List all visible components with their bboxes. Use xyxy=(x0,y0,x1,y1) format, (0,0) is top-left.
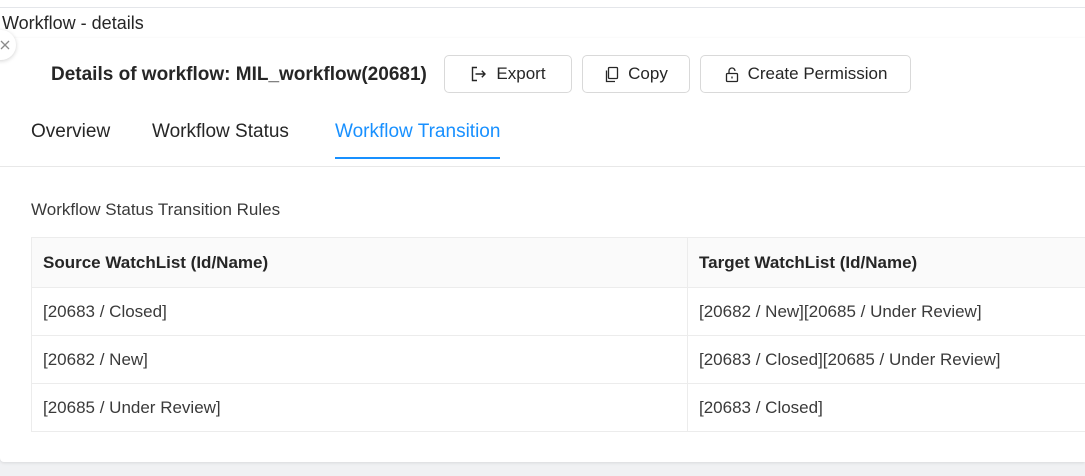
lock-icon xyxy=(724,66,740,83)
page-title: Details of workflow: MIL_workflow(20681) xyxy=(51,64,427,85)
tab-workflow-transition[interactable]: Workflow Transition xyxy=(335,121,501,159)
divider xyxy=(0,7,1085,8)
copy-button-label: Copy xyxy=(628,64,668,83)
table-row: [20685 / Under Review] [20683 / Closed] xyxy=(31,383,1085,432)
cell-source: [20685 / Under Review] xyxy=(31,383,688,432)
tab-workflow-status[interactable]: Workflow Status xyxy=(152,121,289,157)
table-row: [20683 / Closed] [20682 / New][20685 / U… xyxy=(31,287,1085,336)
cell-source: [20683 / Closed] xyxy=(31,287,688,336)
export-icon xyxy=(470,66,488,82)
section-title: Workflow Status Transition Rules xyxy=(31,200,281,219)
copy-icon xyxy=(604,66,620,83)
details-panel: Details of workflow: MIL_workflow(20681)… xyxy=(0,38,1085,462)
copy-button[interactable]: Copy xyxy=(582,55,690,93)
export-button[interactable]: Export xyxy=(444,55,572,93)
column-header-target: Target WatchList (Id/Name) xyxy=(687,237,1085,288)
cell-target: [20682 / New][20685 / Under Review] xyxy=(687,287,1085,336)
window-titlebar: Workflow - details xyxy=(0,0,1085,38)
create-permission-button-label: Create Permission xyxy=(747,64,888,83)
create-permission-button[interactable]: Create Permission xyxy=(700,55,911,93)
window-title: Workflow - details xyxy=(2,13,144,33)
table-row: [20682 / New] [20683 / Closed][20685 / U… xyxy=(31,335,1085,384)
cell-source: [20682 / New] xyxy=(31,335,688,384)
tab-overview[interactable]: Overview xyxy=(31,121,110,157)
transition-rules-table: Source WatchList (Id/Name) Target WatchL… xyxy=(31,237,1085,432)
tab-bar: Overview Workflow Status Workflow Transi… xyxy=(0,104,1085,167)
table-header-row: Source WatchList (Id/Name) Target WatchL… xyxy=(31,237,1085,288)
close-icon xyxy=(0,40,10,50)
cell-target: [20683 / Closed] xyxy=(687,383,1085,432)
column-header-source: Source WatchList (Id/Name) xyxy=(31,237,688,288)
cell-target: [20683 / Closed][20685 / Under Review] xyxy=(687,335,1085,384)
export-button-label: Export xyxy=(496,64,546,83)
